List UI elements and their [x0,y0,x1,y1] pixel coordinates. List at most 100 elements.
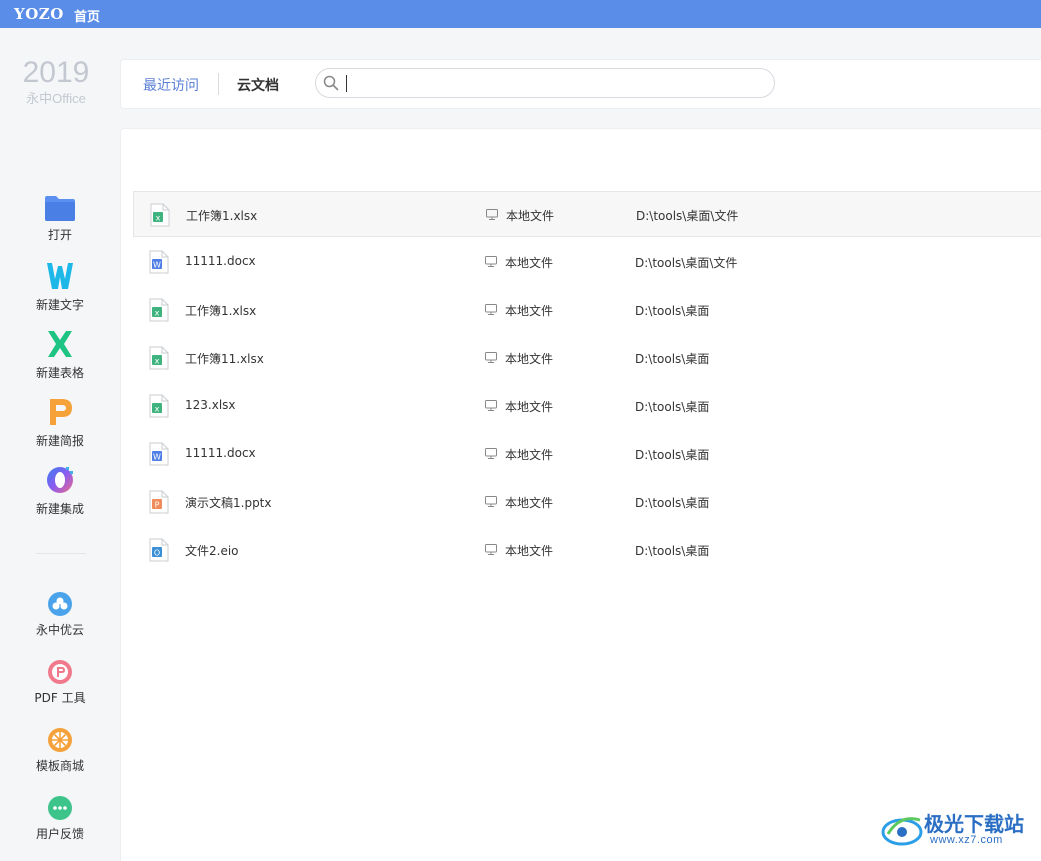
xlsx-file-icon: x [149,298,169,322]
svg-text:W: W [153,453,161,462]
sidebar-item-label: 模板商城 [35,759,84,773]
integration-o-icon [47,467,73,493]
file-location: 本地文件 [505,304,554,318]
watermark-title: 极光下载站 [924,812,1024,836]
computer-icon [485,544,497,555]
file-location: 本地文件 [505,496,554,510]
file-row[interactable]: W 11111.docx 本地文件 D:\tools\桌面 [133,431,1041,477]
file-location: 本地文件 [506,209,555,223]
brand-subtitle: 永中Office [26,91,86,106]
brand-year: 2019 [22,56,90,89]
xlsx-file-icon: x [150,203,170,227]
sidebar-item-new-sheet[interactable]: 新建表格 [0,328,120,381]
sidebar-item-feedback[interactable]: 用户反馈 [0,795,120,842]
pdf-icon [48,660,72,684]
file-row[interactable]: x 工作簿11.xlsx 本地文件 D:\tools\桌面 [133,335,1041,381]
eio-file-icon: O [149,538,169,562]
svg-text:x: x [156,214,161,223]
svg-text:P: P [155,501,160,510]
file-location: 本地文件 [505,256,554,270]
file-row[interactable]: x 工作簿1.xlsx 本地文件 D:\tools\桌面 [133,287,1041,333]
tab-cloud-documents[interactable]: 云文档 [237,75,279,95]
file-name: 11111.docx [185,254,256,268]
svg-text:x: x [155,357,160,366]
computer-icon [485,256,497,267]
svg-text:x: x [155,405,160,414]
file-name: 文件2.eio [185,544,239,558]
sidebar-item-new-document[interactable]: 新建文字 [0,260,120,313]
file-path: D:\tools\桌面 [635,448,710,462]
text-cursor [346,75,347,92]
computer-icon [486,209,498,220]
docx-file-icon: W [149,250,169,274]
file-location: 本地文件 [505,448,554,462]
watermark: 极光下载站 www.xz7.com [880,806,1040,852]
sidebar-item-label: 新建简报 [35,434,84,448]
file-row[interactable]: W 11111.docx 本地文件 D:\tools\桌面\文件 [133,239,1041,285]
sidebar-item-label: 新建集成 [35,502,84,516]
svg-text:W: W [153,261,161,270]
sidebar-item-label: 打开 [47,228,72,242]
sidebar-item-pdf-tools[interactable]: PDF 工具 [0,659,120,706]
computer-icon [485,496,497,507]
sidebar-item-new-presentation[interactable]: 新建简报 [0,396,120,449]
feedback-icon [48,796,72,820]
folder-icon [45,196,75,221]
sidebar-item-label: 新建表格 [35,366,84,380]
tab-divider [218,73,219,95]
sidebar-item-label: 永中优云 [35,623,84,637]
writer-w-icon [47,263,73,289]
xlsx-file-icon: x [149,394,169,418]
file-path: D:\tools\桌面 [635,544,710,558]
file-path: D:\tools\桌面\文件 [636,209,739,223]
file-location: 本地文件 [505,544,554,558]
cloud-icon [48,592,72,616]
file-name: 123.xlsx [185,398,236,412]
file-name: 11111.docx [185,446,256,460]
sidebar-item-label: PDF 工具 [34,691,86,705]
sidebar-item-label: 新建文字 [35,298,84,312]
file-row[interactable]: O 文件2.eio 本地文件 D:\tools\桌面 [133,527,1041,573]
sidebar-item-yozo-cloud[interactable]: 永中优云 [0,591,120,638]
file-name: 工作簿1.xlsx [185,304,257,318]
yozo-logo: YOZO [14,5,64,23]
svg-text:O: O [154,549,160,558]
sheet-x-icon [48,331,72,357]
xlsx-file-icon: x [149,346,169,370]
file-row[interactable]: x 工作簿1.xlsx 本地文件 D:\tools\桌面\文件 [133,191,1041,237]
file-path: D:\tools\桌面 [635,400,710,414]
search-input[interactable] [315,68,775,98]
template-store-icon [48,728,72,752]
docx-file-icon: W [149,442,169,466]
presentation-p-icon [50,399,72,425]
svg-text:x: x [155,309,160,318]
computer-icon [485,448,497,459]
sidebar-item-template-store[interactable]: 模板商城 [0,727,120,774]
sidebar-item-open[interactable]: 打开 [0,194,120,243]
recent-files-panel: x 工作簿1.xlsx 本地文件 D:\tools\桌面\文件 W 11111.docx 本… [120,128,1041,861]
file-row[interactable]: P 演示文稿1.pptx 本地文件 D:\tools\桌面 [133,479,1041,525]
pptx-file-icon: P [149,490,169,514]
computer-icon [485,352,497,363]
file-row[interactable]: x 123.xlsx 本地文件 D:\tools\桌面 [133,383,1041,429]
file-name: 工作簿1.xlsx [186,209,258,223]
top-bar: 最近访问 云文档 [120,59,1041,109]
file-path: D:\tools\桌面\文件 [635,256,738,270]
sidebar-item-new-integration[interactable]: 新建集成 [0,464,120,517]
computer-icon [485,304,497,315]
sidebar-item-label: 用户反馈 [35,827,84,841]
sidebar: 2019 永中Office 打开 新建文字 新建表格 新建简报 新建集成 永中优… [0,28,120,860]
sidebar-divider [36,553,86,554]
file-path: D:\tools\桌面 [635,352,710,366]
home-tab[interactable]: 首页 [74,6,100,25]
watermark-logo-icon [881,817,923,846]
file-name: 工作簿11.xlsx [185,352,264,366]
file-location: 本地文件 [505,400,554,414]
watermark-url: www.xz7.com [930,834,1003,846]
file-location: 本地文件 [505,352,554,366]
file-path: D:\tools\桌面 [635,304,710,318]
file-name: 演示文稿1.pptx [185,496,272,510]
title-bar: YOZO 首页 [0,0,1041,28]
tab-recent[interactable]: 最近访问 [143,75,199,95]
file-path: D:\tools\桌面 [635,496,710,510]
